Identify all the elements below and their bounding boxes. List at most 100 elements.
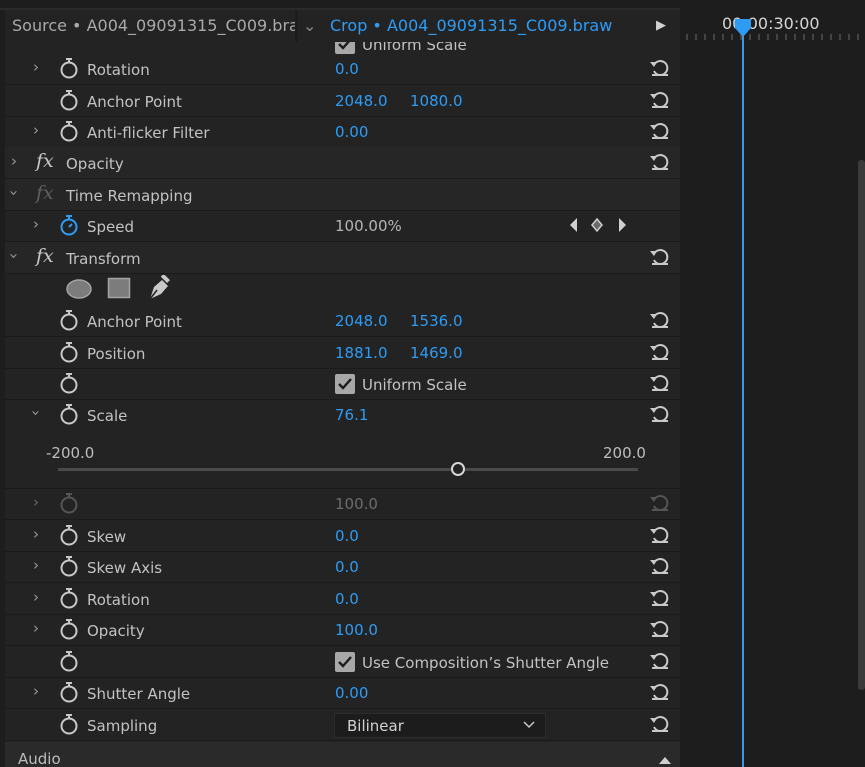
param-value[interactable]: 0.0 xyxy=(335,60,359,78)
fx-icon: fx xyxy=(36,182,54,204)
param-value[interactable]: 0.0 xyxy=(335,590,359,608)
stopwatch-icon[interactable] xyxy=(58,617,80,641)
chevron-down-icon[interactable]: › xyxy=(5,253,23,259)
stopwatch-icon[interactable] xyxy=(58,523,80,547)
playhead-line[interactable] xyxy=(742,30,744,767)
use-comp-shutter-checkbox[interactable] xyxy=(335,652,355,672)
param-label: Rotation xyxy=(87,591,150,609)
reset-icon[interactable] xyxy=(648,681,672,703)
timeline-area[interactable] xyxy=(680,0,865,767)
reset-icon[interactable] xyxy=(648,587,672,609)
reset-icon[interactable] xyxy=(648,650,672,672)
chevron-right-icon[interactable]: › xyxy=(33,215,39,233)
param-label: Rotation xyxy=(87,61,150,79)
chevron-down-icon[interactable]: › xyxy=(5,190,23,196)
stopwatch-active-icon[interactable] xyxy=(58,213,80,237)
chevron-down-icon[interactable]: ⌄ xyxy=(303,10,316,42)
reset-icon[interactable] xyxy=(648,151,672,173)
tab-source[interactable]: Source • A004_09091315_C009.braw xyxy=(5,10,295,42)
param-row-anti-flicker: › Anti-flicker Filter 0.00 xyxy=(5,116,680,148)
play-icon[interactable]: ▶ xyxy=(656,10,666,42)
chevron-down-icon[interactable]: › xyxy=(27,410,45,416)
reset-icon[interactable] xyxy=(648,309,672,331)
stopwatch-icon[interactable] xyxy=(58,712,80,736)
chevron-right-icon[interactable]: › xyxy=(33,619,39,637)
stopwatch-icon[interactable] xyxy=(58,586,80,610)
reset-icon[interactable] xyxy=(648,372,672,394)
param-value-x[interactable]: 2048.0 xyxy=(335,312,388,330)
dropdown-value: Bilinear xyxy=(347,717,404,735)
param-value-x[interactable]: 2048.0 xyxy=(335,92,388,110)
param-value[interactable]: 100.0 xyxy=(335,621,378,639)
param-value-x[interactable]: 1881.0 xyxy=(335,344,388,362)
param-value[interactable]: 0.00 xyxy=(335,123,368,141)
playhead-handle[interactable] xyxy=(734,18,752,38)
reset-icon[interactable] xyxy=(648,524,672,546)
slider-track[interactable] xyxy=(58,468,638,471)
section-label: Time Remapping xyxy=(66,187,193,205)
reset-icon[interactable] xyxy=(648,403,672,425)
param-row-sampling: Sampling Bilinear xyxy=(5,709,680,741)
section-label: Opacity xyxy=(66,155,124,173)
param-value[interactable]: 100.00% xyxy=(335,217,402,235)
reset-icon[interactable] xyxy=(648,57,672,79)
stopwatch-icon[interactable] xyxy=(58,371,80,395)
next-keyframe-icon[interactable] xyxy=(616,217,628,237)
reset-icon[interactable] xyxy=(648,89,672,111)
fx-icon[interactable]: fx xyxy=(36,245,54,267)
chevron-right-icon[interactable]: › xyxy=(11,152,17,170)
uniform-scale-checkbox[interactable] xyxy=(335,374,355,394)
sampling-dropdown[interactable]: Bilinear xyxy=(334,713,546,738)
param-value[interactable]: 0.00 xyxy=(335,684,368,702)
param-value-y[interactable]: 1080.0 xyxy=(410,92,463,110)
pen-mask-icon[interactable] xyxy=(146,273,172,305)
stopwatch-icon[interactable] xyxy=(58,56,80,80)
fx-icon[interactable]: fx xyxy=(36,150,54,172)
section-label: Audio xyxy=(18,750,61,767)
add-keyframe-icon[interactable] xyxy=(590,217,604,237)
stopwatch-icon[interactable] xyxy=(58,649,80,673)
param-row-rotation: › Rotation 0.0 xyxy=(5,53,680,85)
effect-section-time-remapping[interactable]: › fx Time Remapping xyxy=(5,179,680,211)
ellipse-mask-icon[interactable] xyxy=(65,278,93,304)
reset-icon[interactable] xyxy=(648,120,672,142)
stopwatch-icon[interactable] xyxy=(58,119,80,143)
stopwatch-icon[interactable] xyxy=(58,680,80,704)
effect-section-transform[interactable]: › fx Transform xyxy=(5,242,680,274)
effect-section-opacity[interactable]: › fx Opacity xyxy=(5,147,680,179)
param-value[interactable]: 0.0 xyxy=(335,558,359,576)
chevron-right-icon[interactable]: › xyxy=(33,556,39,574)
reset-icon[interactable] xyxy=(648,713,672,735)
timeline-scrollbar[interactable] xyxy=(858,160,865,690)
tab-effect-controls[interactable]: ⌄ Crop • A004_09091315_C009.braw ▶ xyxy=(298,10,680,42)
reset-icon[interactable] xyxy=(648,618,672,640)
previous-keyframe-icon[interactable] xyxy=(568,217,580,237)
param-value[interactable]: 0.0 xyxy=(335,527,359,545)
param-row-rotation: › Rotation 0.0 xyxy=(5,583,680,615)
chevron-right-icon[interactable]: › xyxy=(33,121,39,139)
audio-section-header[interactable]: Audio xyxy=(5,742,680,767)
stopwatch-icon[interactable] xyxy=(58,308,80,332)
chevron-right-icon[interactable]: › xyxy=(33,58,39,76)
stopwatch-icon[interactable] xyxy=(58,554,80,578)
reset-icon[interactable] xyxy=(648,246,672,268)
chevron-right-icon[interactable]: › xyxy=(33,588,39,606)
section-label: Transform xyxy=(66,250,141,268)
param-label: Position xyxy=(87,345,146,363)
reset-icon[interactable] xyxy=(648,341,672,363)
collapse-up-icon[interactable] xyxy=(658,751,672,767)
param-value-y[interactable]: 1469.0 xyxy=(410,344,463,362)
param-value-y[interactable]: 1536.0 xyxy=(410,312,463,330)
reset-icon[interactable] xyxy=(648,555,672,577)
chevron-right-icon[interactable]: › xyxy=(33,525,39,543)
slider-thumb[interactable] xyxy=(451,462,466,476)
param-label: Shutter Angle xyxy=(87,685,191,703)
param-value[interactable]: 76.1 xyxy=(335,406,368,424)
stopwatch-icon[interactable] xyxy=(58,88,80,112)
chevron-right-icon[interactable]: › xyxy=(33,682,39,700)
rectangle-mask-icon[interactable] xyxy=(107,277,131,303)
stopwatch-icon[interactable] xyxy=(58,402,80,426)
param-label: Anchor Point xyxy=(87,313,182,331)
param-label: Scale xyxy=(87,407,128,425)
stopwatch-icon[interactable] xyxy=(58,340,80,364)
